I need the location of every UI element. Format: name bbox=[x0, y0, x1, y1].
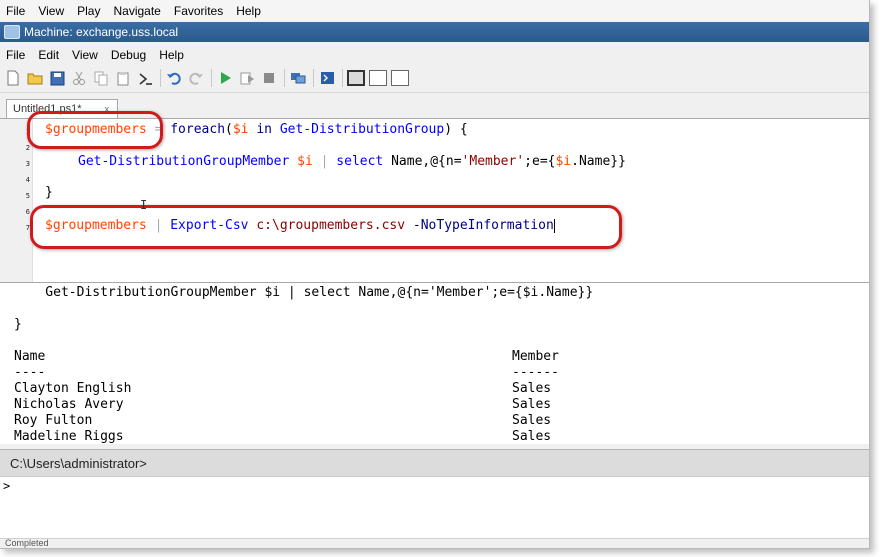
host-menu-file[interactable]: File bbox=[0, 4, 32, 18]
app-menu-debug[interactable]: Debug bbox=[105, 48, 153, 62]
line-number: 3 bbox=[25, 160, 30, 168]
script-editor[interactable]: 1 2 3 4 5 6 7 $groupmembers = foreach($i… bbox=[0, 111, 869, 284]
host-menu-favorites[interactable]: Favorites bbox=[168, 4, 230, 18]
host-window: File View Play Navigate Favorites Help M… bbox=[0, 0, 870, 549]
toolbar-separator bbox=[342, 69, 343, 87]
command-prompt: > bbox=[3, 479, 11, 493]
code-line-5: } bbox=[45, 185, 53, 200]
toolbar bbox=[0, 64, 869, 93]
save-icon[interactable] bbox=[48, 69, 66, 87]
run-selection-icon[interactable] bbox=[238, 69, 256, 87]
layout-right-icon[interactable] bbox=[369, 70, 387, 86]
output-row-member: Sales bbox=[512, 381, 552, 396]
code-line-3: Get-DistributionGroupMember $i | select … bbox=[78, 154, 626, 169]
toolbar-separator bbox=[211, 69, 212, 87]
stop-icon[interactable] bbox=[260, 69, 278, 87]
command-pane-header: C:\Users\administrator> bbox=[0, 449, 869, 476]
app-menu-file[interactable]: File bbox=[0, 48, 32, 62]
toolbar-separator bbox=[160, 69, 161, 87]
redo-icon[interactable] bbox=[187, 69, 205, 87]
line-number: 4 bbox=[25, 176, 30, 184]
host-menu-bar: File View Play Navigate Favorites Help bbox=[0, 0, 869, 21]
output-command-echo: Get-DistributionGroupMember $i | select … bbox=[14, 285, 594, 300]
output-header-name: Name bbox=[14, 349, 46, 364]
host-menu-navigate[interactable]: Navigate bbox=[107, 4, 167, 18]
app-menu-edit[interactable]: Edit bbox=[32, 48, 66, 62]
output-row-name: Clayton English bbox=[14, 381, 132, 396]
output-row-member: Sales bbox=[512, 397, 552, 412]
copy-icon[interactable] bbox=[92, 69, 110, 87]
highlight-circle-variable bbox=[27, 111, 163, 149]
app-menu-help[interactable]: Help bbox=[153, 48, 191, 62]
output-row-member: Sales bbox=[512, 429, 552, 444]
host-menu-play[interactable]: Play bbox=[71, 4, 107, 18]
status-text: Completed bbox=[5, 538, 49, 548]
output-pane[interactable]: Get-DistributionGroupMember $i | select … bbox=[0, 283, 869, 444]
line-number: 5 bbox=[25, 192, 30, 200]
window-title: Machine: exchange.uss.local bbox=[24, 25, 179, 39]
highlight-circle-export-line bbox=[30, 205, 622, 249]
line-number: 6 bbox=[25, 208, 30, 216]
new-icon[interactable] bbox=[4, 69, 22, 87]
command-input-pane[interactable]: > bbox=[0, 476, 869, 539]
cut-icon[interactable] bbox=[70, 69, 88, 87]
layout-max-icon[interactable] bbox=[391, 70, 409, 86]
line-number-gutter: 1 2 3 4 5 6 7 bbox=[0, 119, 33, 282]
toolbar-separator bbox=[284, 69, 285, 87]
ibeam-cursor-icon: I bbox=[140, 198, 148, 212]
output-separator-name: ---- bbox=[14, 365, 46, 380]
run-icon[interactable] bbox=[216, 69, 234, 87]
output-row-name: Nicholas Avery bbox=[14, 397, 124, 412]
output-header-member: Member bbox=[512, 349, 559, 364]
machine-icon bbox=[4, 25, 20, 39]
line-number: 2 bbox=[25, 144, 30, 152]
current-path: C:\Users\administrator> bbox=[10, 455, 147, 471]
powershell-icon[interactable] bbox=[136, 69, 154, 87]
output-row-member: Sales bbox=[512, 413, 552, 428]
window-title-bar[interactable]: Machine: exchange.uss.local bbox=[0, 22, 869, 42]
status-bar: Completed bbox=[0, 538, 869, 548]
output-row-name: Roy Fulton bbox=[14, 413, 93, 428]
toolbar-separator bbox=[313, 69, 314, 87]
app-menu-bar: File Edit View Debug Help bbox=[0, 44, 869, 65]
console-icon[interactable] bbox=[318, 69, 336, 87]
app-menu-view[interactable]: View bbox=[66, 48, 105, 62]
host-menu-help[interactable]: Help bbox=[230, 4, 268, 18]
paste-icon[interactable] bbox=[114, 69, 132, 87]
line-number: 7 bbox=[25, 224, 30, 232]
open-icon[interactable] bbox=[26, 69, 44, 87]
remote-icon[interactable] bbox=[289, 69, 307, 87]
layout-top-icon[interactable] bbox=[347, 70, 365, 86]
undo-icon[interactable] bbox=[165, 69, 183, 87]
output-close-brace: } bbox=[14, 317, 22, 332]
output-row-name: Madeline Riggs bbox=[14, 429, 124, 444]
host-menu-view[interactable]: View bbox=[32, 4, 71, 18]
output-separator-member: ------ bbox=[512, 365, 559, 380]
